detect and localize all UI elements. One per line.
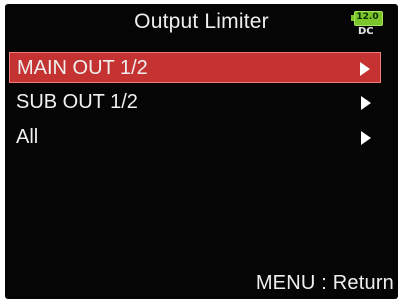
menu-item-label: SUB OUT 1/2: [16, 91, 138, 113]
power-source-label: DC: [358, 26, 374, 37]
battery-level: 12.0: [356, 12, 379, 22]
chevron-right-icon: [360, 62, 370, 76]
menu-item-main-out[interactable]: MAIN OUT 1/2: [9, 52, 381, 83]
battery-indicator: 12.0 DC: [351, 11, 388, 41]
chevron-right-icon: [361, 96, 371, 110]
menu-item-label: MAIN OUT 1/2: [17, 57, 148, 79]
output-limiter-menu: MAIN OUT 1/2 SUB OUT 1/2 All: [5, 52, 398, 157]
menu-item-sub-out[interactable]: SUB OUT 1/2: [9, 87, 381, 118]
chevron-right-icon: [361, 131, 371, 145]
page-title: Output Limiter: [134, 10, 269, 33]
menu-return-hint: MENU : Return: [255, 272, 394, 294]
device-screen: Output Limiter 12.0 DC MAIN OUT 1/2 SUB …: [5, 4, 398, 299]
menu-item-all[interactable]: All: [9, 122, 381, 153]
menu-item-label: All: [16, 126, 39, 148]
